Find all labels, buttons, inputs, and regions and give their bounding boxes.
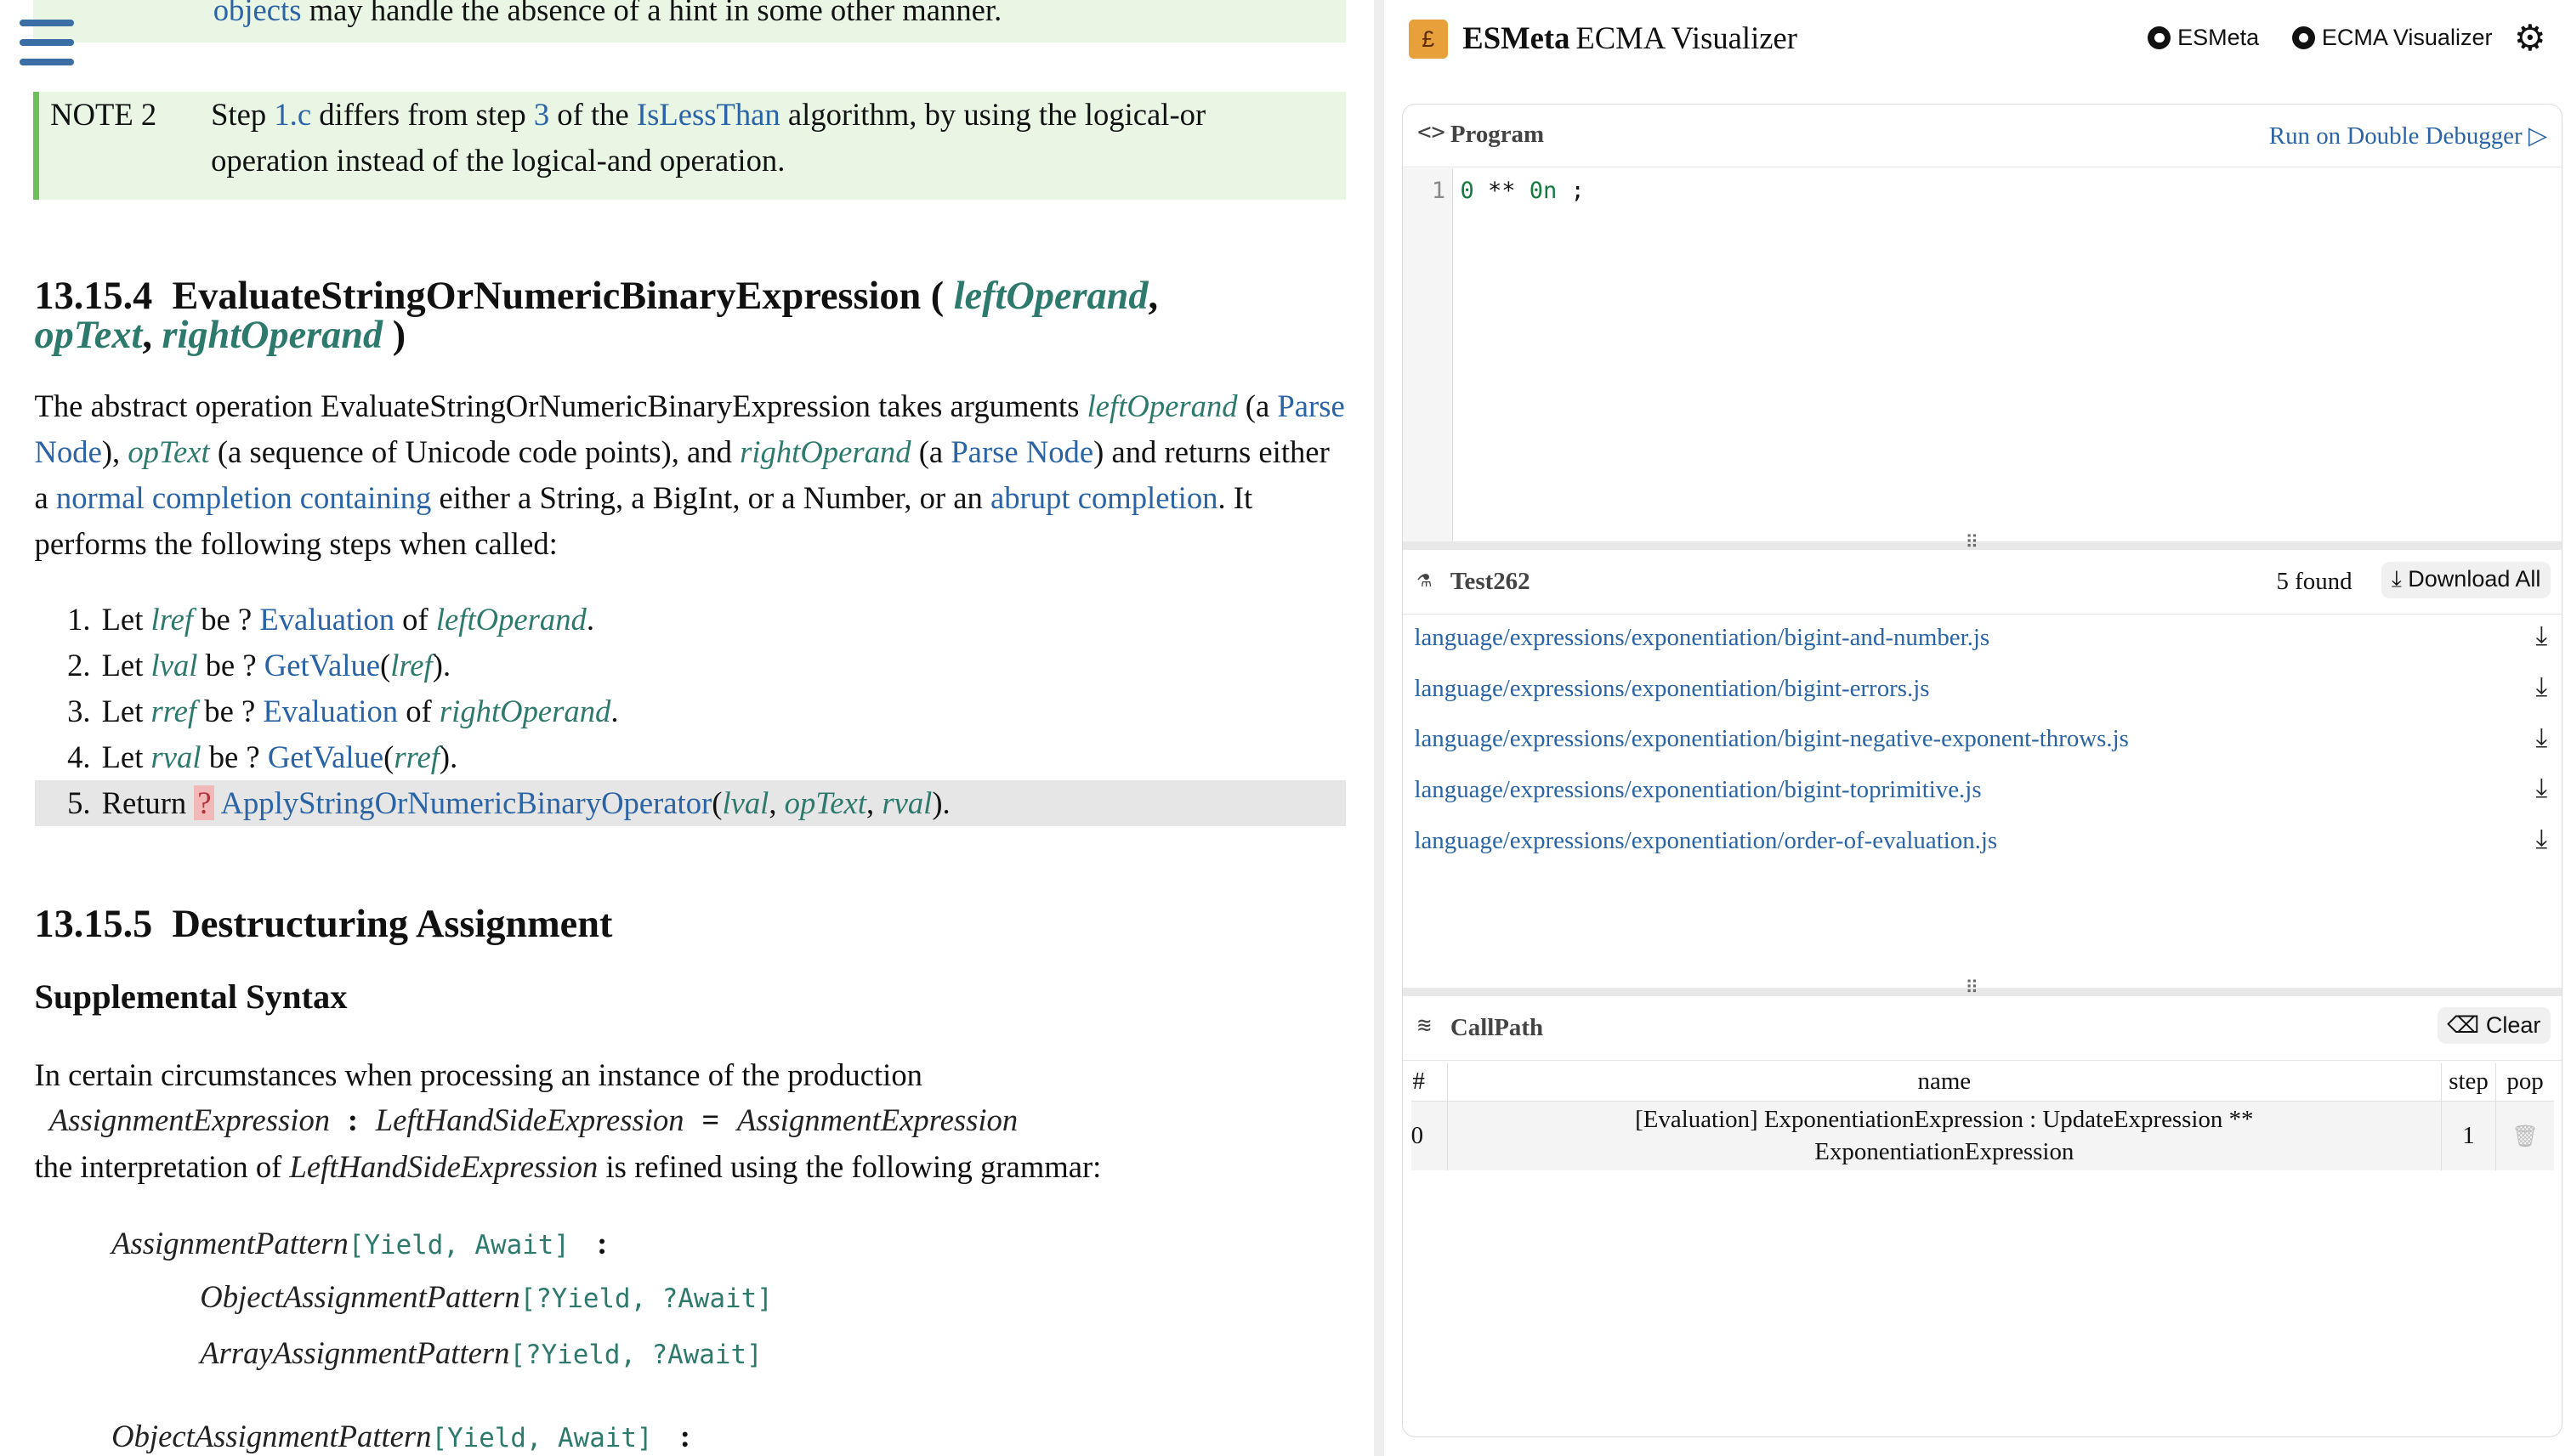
objects-link[interactable]: objects [213,0,302,27]
col-index: # [1410,1062,1448,1102]
production: AssignmentExpression : LeftHandSideExpre… [48,1102,1019,1138]
menu-icon[interactable] [10,10,82,82]
esmeta-logo: £ [1408,20,1448,59]
section-13-15-4-description: The abstract operation EvaluateStringOrN… [34,388,1345,562]
gear-icon[interactable]: ⚙ [2512,20,2548,57]
visualizer-github-link[interactable]: ECMA Visualizer [2292,25,2492,51]
step-3-link[interactable]: 3 [534,97,549,132]
row-name: [Evaluation] ExponentiationExpression : … [1447,1101,2442,1170]
question-mark-highlight[interactable]: ? [194,785,215,820]
flask-icon: ⚗ [1417,566,1432,593]
test-link[interactable]: language/expressions/exponentiation/bigi… [1414,776,1981,804]
test262-callpath-splitter[interactable] [1402,977,2562,999]
table-row[interactable]: 0 [Evaluation] ExponentiationExpression … [1410,1101,2554,1170]
apply-operator-link[interactable]: ApplyStringOrNumericBinaryOperator [221,785,712,820]
algorithm-step: 1. Let lref be ? Evaluation of leftOperan… [67,602,594,637]
test-item: language/expressions/exponentiation/bigi… [1403,768,2562,819]
grammar-assignment-pattern: AssignmentPattern[Yield, Await] : [111,1225,608,1261]
clear-button[interactable]: ⌫ Clear [2437,1007,2551,1044]
download-icon: ⤓ [2391,566,2409,592]
evaluation-link[interactable]: Evaluation [263,694,398,728]
note-2: NOTE 2 Step 1.c differs from step 3 of t… [32,92,1347,201]
download-icon[interactable]: ⤓ [2535,824,2547,855]
row-index: 0 [1410,1101,1448,1170]
trash-icon[interactable]: 🗑 [2495,1101,2554,1170]
section-13-15-5-text: In certain circumstances when processing… [34,1057,922,1093]
algorithm-step: 4. Let rval be ? GetValue(rref). [67,739,458,774]
panels-card: <> Program Run on Double Debugger ▷ 1 0 … [1401,103,2563,1438]
download-icon[interactable]: ⤓ [2535,773,2547,804]
row-step: 1 [2441,1101,2497,1170]
getvalue-link[interactable]: GetValue [268,739,383,774]
section-13-15-5-heading: 13.15.5 Destructuring Assignment [34,902,613,946]
brand-subtitle: ECMA Visualizer [1575,20,1797,56]
test-item: language/expressions/exponentiation/bigi… [1403,666,2562,717]
parse-node-link-2[interactable]: Parse Node [951,434,1093,469]
line-gutter: 1 [1402,167,1453,542]
algorithm-step: 2. Let lval be ? GetValue(lref). [67,648,451,683]
callpath-header: ≋ CallPath ⌫ Clear [1402,998,2562,1061]
pane-splitter[interactable] [1374,0,1384,1456]
test-item: language/expressions/exponentiation/bigi… [1403,717,2562,768]
download-all-button[interactable]: ⤓ Download All [2381,561,2551,599]
note-2-text: Step 1.c differs from step 3 of the IsLe… [211,97,1206,178]
spec-pane: objects may handle the absence of a hint… [0,0,1374,1456]
layers-icon: ≋ [1417,1011,1432,1039]
col-name: name [1447,1062,2442,1102]
section-13-15-5-text-2: the interpretation of LeftHandSideExpres… [34,1149,1102,1185]
algorithm-step-highlighted[interactable]: 5. Return ? ApplyStringOrNumericBinaryOpe… [34,780,1347,826]
code-icon: <> [1417,118,1445,145]
col-pop: pop [2495,1062,2554,1102]
abrupt-completion-link[interactable]: abrupt completion [990,480,1218,515]
esmeta-github-link[interactable]: ESMeta [2148,25,2259,51]
test-link[interactable]: language/expressions/exponentiation/bigi… [1414,725,2128,753]
tests-found-count: 5 found [2276,568,2352,596]
run-double-debugger-link[interactable]: Run on Double Debugger ▷ [2269,121,2547,150]
callpath-table: # name step pop 0 [Evaluation] Exponenti… [1410,1062,2554,1170]
evaluation-link[interactable]: Evaluation [259,602,394,637]
test262-title: Test262 [1450,568,1530,596]
visualizer-pane: £ ESMeta ECMA Visualizer ESMeta ECMA Vis… [1383,0,2571,1456]
program-test262-splitter[interactable] [1402,532,2562,553]
test-link[interactable]: language/expressions/exponentiation/bigi… [1414,624,1989,652]
note-1: objects may handle the absence of a hint… [32,0,1347,43]
brand-title: ESMeta [1462,20,1570,56]
download-icon[interactable]: ⤓ [2535,722,2547,754]
test262-list: language/expressions/exponentiation/bigi… [1403,615,2562,870]
col-step: step [2441,1062,2497,1102]
download-icon[interactable]: ⤓ [2535,671,2547,703]
test-item: language/expressions/exponentiation/bigi… [1403,615,2562,666]
step-1c-link[interactable]: 1.c [274,97,311,132]
section-13-15-4-heading: 13.15.4 EvaluateStringOrNumericBinaryExp… [34,274,1159,358]
islessthan-link[interactable]: IsLessThan [637,97,780,132]
github-icon [2292,25,2316,49]
visualizer-header: £ ESMeta ECMA Visualizer ESMeta ECMA Vis… [1384,0,2571,82]
grammar-object-assignment-pattern-def: ObjectAssignmentPattern[Yield, Await] : [111,1419,690,1454]
program-title: Program [1450,120,1545,148]
grammar-object-assignment-pattern: ObjectAssignmentPattern[?Yield, ?Await] [200,1279,773,1315]
github-icon [2148,25,2171,49]
supplemental-syntax-heading: Supplemental Syntax [34,977,348,1017]
callpath-title: CallPath [1450,1013,1544,1041]
test-link[interactable]: language/expressions/exponentiation/orde… [1414,827,1997,855]
algorithm-step: 3. Let rref be ? Evaluation of rightOpera… [67,694,619,728]
algorithm-steps: 1. Let lref be ? Evaluation of leftOperan… [34,597,1347,826]
code-line[interactable]: 0 ** 0n ; [1460,178,1584,204]
note-1-text: may handle the absence of a hint in some… [301,0,1002,27]
note-2-label: NOTE 2 [50,97,157,132]
code-editor[interactable]: 1 0 ** 0n ; [1402,167,2562,542]
download-icon[interactable]: ⤓ [2535,620,2547,652]
getvalue-link[interactable]: GetValue [264,648,380,683]
eraser-icon: ⌫ [2447,1011,2486,1038]
grammar-array-assignment-pattern: ArrayAssignmentPattern[?Yield, ?Await] [200,1334,763,1370]
normal-completion-link[interactable]: normal completion containing [56,480,431,515]
test-item: language/expressions/exponentiation/orde… [1403,819,2562,870]
test-link[interactable]: language/expressions/exponentiation/bigi… [1414,675,1929,703]
test262-header: ⚗ Test262 5 found ⤓ Download All [1402,552,2562,615]
program-header: <> Program Run on Double Debugger ▷ [1402,105,2562,167]
